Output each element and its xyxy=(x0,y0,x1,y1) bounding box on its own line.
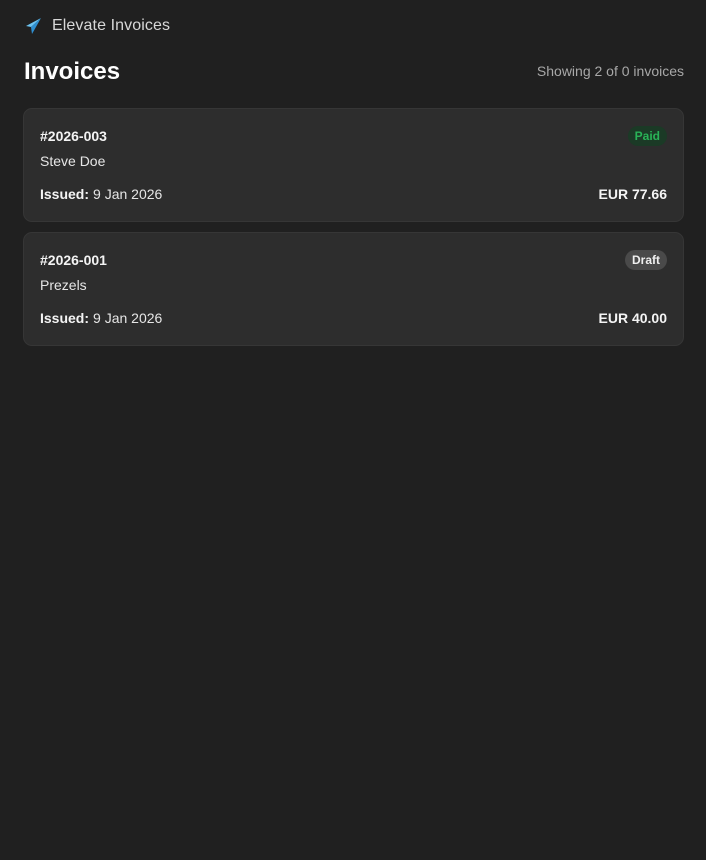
invoice-client: Steve Doe xyxy=(40,153,106,169)
invoices-app: Elevate Invoices Invoices Showing 2 of 0… xyxy=(0,0,706,860)
issued-date: 9 Jan 2026 xyxy=(93,186,163,202)
invoice-card[interactable]: #2026-003 Paid Steve Doe Issued: 9 Jan 20… xyxy=(23,108,684,222)
status-badge: Draft xyxy=(624,250,667,270)
issued-label: Issued: xyxy=(40,310,90,326)
invoice-card[interactable]: #2026-001 Draft Prezels Issued: 9 Jan 202… xyxy=(23,232,684,346)
issued-label: Issued: xyxy=(40,186,90,202)
brand-name: Elevate Invoices xyxy=(52,17,171,34)
invoice-issued: Issued: 9 Jan 2026 xyxy=(40,310,162,326)
invoice-list: #2026-003 Paid Steve Doe Issued: 9 Jan 20… xyxy=(23,108,684,356)
brand[interactable]: Elevate Invoices xyxy=(24,14,170,38)
invoice-issued: Issued: 9 Jan 2026 xyxy=(40,186,162,202)
issued-date: 9 Jan 2026 xyxy=(93,310,163,326)
invoice-number: #2026-001 xyxy=(40,252,107,268)
invoice-client: Prezels xyxy=(40,277,87,293)
invoice-count-text: Showing 2 of 0 invoices xyxy=(536,63,684,79)
invoice-number: #2026-003 xyxy=(40,128,107,144)
invoice-amount: EUR 40.00 xyxy=(598,310,667,326)
paper-plane-icon xyxy=(24,17,42,35)
invoice-amount: EUR 77.66 xyxy=(598,186,667,202)
page-title: Invoices xyxy=(24,58,121,85)
status-badge: Paid xyxy=(627,126,667,146)
